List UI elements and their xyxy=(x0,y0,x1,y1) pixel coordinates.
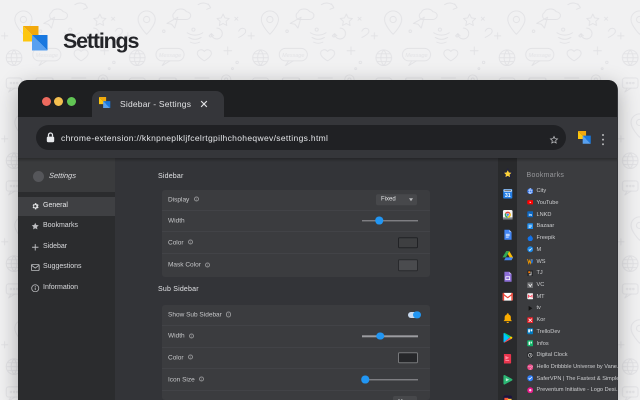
svg-text:31: 31 xyxy=(504,193,510,199)
